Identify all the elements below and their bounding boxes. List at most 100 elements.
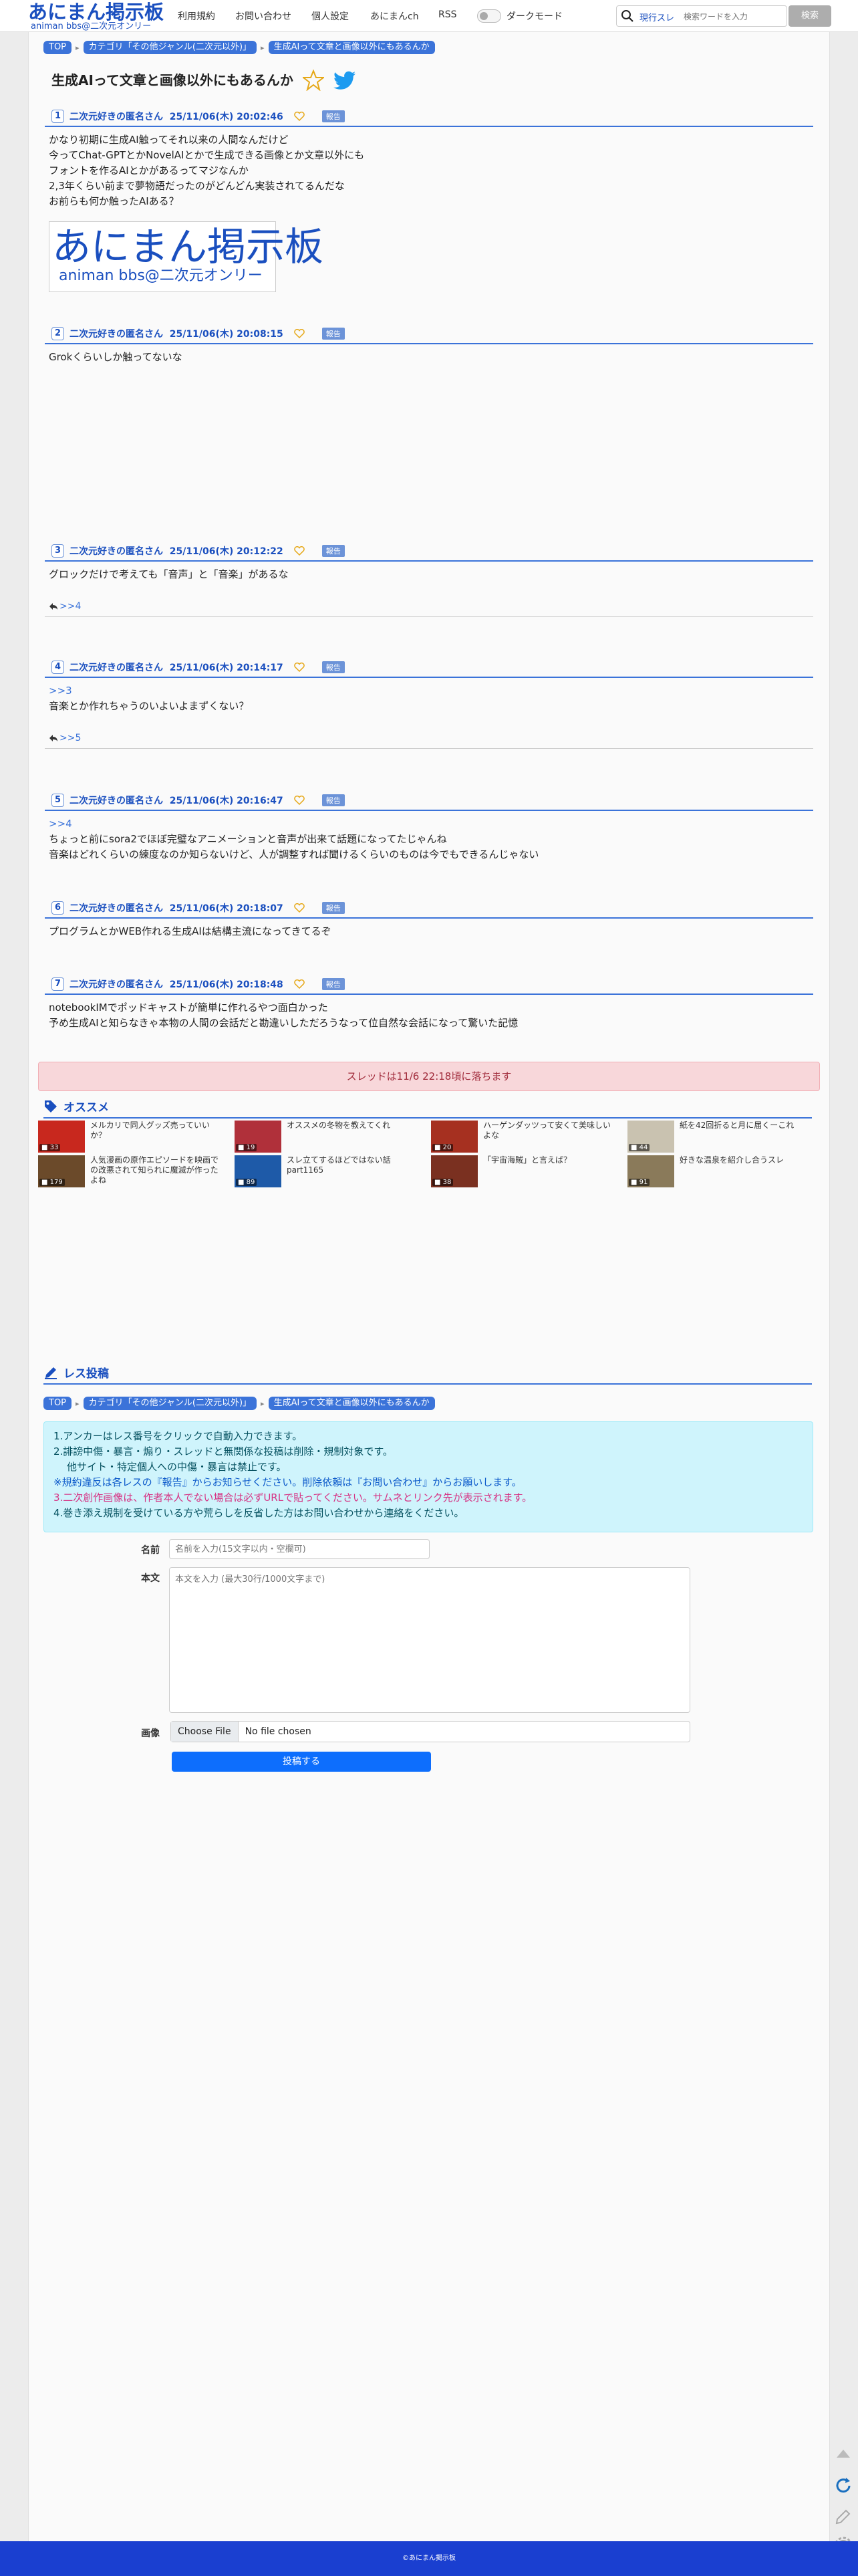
report-button[interactable]: 報告 (321, 902, 345, 914)
report-button[interactable]: 報告 (321, 794, 345, 806)
breadcrumb-thread[interactable]: 生成AIって文章と画像以外にもあるんか (268, 41, 435, 54)
breadcrumb-top[interactable]: TOP (43, 41, 72, 54)
dark-mode-label: ダークモード (507, 11, 563, 22)
breadcrumb-category[interactable]: カテゴリ「その他ジャンル(二次元以外)」 (83, 41, 257, 54)
recommend-thumbnail: ■ 19 (235, 1121, 281, 1153)
post-header: 4 二次元好きの匿名さん 25/11/06(木) 20:14:17 報告 (45, 658, 813, 678)
recommend-title: ハーゲンダッツって安くて美味しいよな (483, 1121, 611, 1140)
image-logo-main: あにまん掲示板 (52, 224, 324, 269)
post-number[interactable]: 3 (51, 544, 65, 558)
post-anchor-link[interactable]: >>4 (45, 811, 813, 832)
submit-post-button[interactable]: 投稿する (172, 1752, 431, 1772)
nav-contact-link[interactable]: お問い合わせ (235, 9, 291, 23)
post-number[interactable]: 4 (51, 661, 65, 674)
comment-count-badge: ■ 179 (39, 1179, 65, 1186)
recommend-item[interactable]: ■ 33 メルカリで同人グッズ売っていいか？ (38, 1121, 225, 1153)
tag-icon (45, 1100, 57, 1113)
poster-name: 二次元好きの匿名さん (69, 112, 164, 122)
reply-link[interactable]: >>4 (45, 601, 813, 617)
breadcrumb-separator-icon: ▸ (76, 1399, 80, 1408)
post-date: 25/11/06(木) 20:16:47 (169, 796, 283, 806)
dark-mode-toggle[interactable] (477, 9, 501, 23)
name-input[interactable] (169, 1539, 430, 1559)
post-body: Grokくらいしか触ってないな (49, 351, 182, 363)
choose-file-button[interactable]: Choose File (171, 1722, 239, 1742)
write-post-icon[interactable] (831, 2504, 855, 2529)
recommend-thumbnail: ■ 179 (38, 1155, 85, 1187)
comment-count-badge: ■ 19 (236, 1144, 257, 1151)
recommend-item[interactable]: ■ 179 人気漫画の原作エピソードを映画での改悪されて知られに魔滅が作ったよね (38, 1155, 225, 1187)
post-number[interactable]: 6 (51, 901, 65, 915)
comment-count-badge: ■ 89 (236, 1179, 257, 1186)
recommend-heading-text: オススメ (63, 1101, 109, 1115)
post-date: 25/11/06(木) 20:18:48 (169, 979, 283, 990)
nav-settings-link[interactable]: 個人設定 (311, 9, 349, 23)
rule-2-sub: 他サイト・特定個人への中傷・暴言は禁止です。 (67, 1461, 287, 1473)
nav-rss-link[interactable]: RSS (438, 9, 457, 20)
post-body: かなり初期に生成AI触ってそれ以来の人間なんだけど 今ってChat-GPTとかN… (49, 134, 365, 207)
breadcrumb: TOP ▸ カテゴリ「その他ジャンル(二次元以外)」 ▸ 生成AIって文章と画像… (43, 40, 435, 55)
recommend-title: 人気漫画の原作エピソードを映画での改悪されて知られに魔滅が作ったよね (90, 1155, 219, 1185)
post-number[interactable]: 5 (51, 794, 65, 807)
image-file-input[interactable]: Choose File No file chosen (170, 1721, 690, 1742)
reply-link[interactable]: >>5 (45, 733, 813, 749)
post-number[interactable]: 1 (51, 110, 65, 123)
search-button[interactable]: 検索 (789, 5, 831, 27)
breadcrumb-top[interactable]: TOP (43, 1397, 72, 1410)
post-body: グロックだけで考えても「音声」と「音楽」があるな (49, 568, 289, 580)
search-type-select[interactable]: 現行スレ (639, 11, 674, 23)
like-heart-icon[interactable] (294, 329, 305, 338)
post: 3 二次元好きの匿名さん 25/11/06(木) 20:12:22 報告 グロッ… (45, 542, 813, 617)
file-status-text: No file chosen (245, 1726, 311, 1737)
thread-title: 生成AIって文章と画像以外にもあるんか (51, 72, 293, 88)
reload-icon[interactable] (831, 2474, 855, 2498)
comment-count-badge: ■ 20 (432, 1144, 454, 1151)
like-heart-icon[interactable] (294, 546, 305, 556)
breadcrumb-thread[interactable]: 生成AIって文章と画像以外にもあるんか (268, 1397, 435, 1410)
site-logo[interactable]: あにまん掲示板 animan bbs@二次元オンリー (28, 1, 164, 31)
twitter-share-icon[interactable] (333, 71, 356, 91)
name-label: 名前 (141, 1545, 160, 1556)
post-date: 25/11/06(木) 20:14:17 (169, 663, 283, 673)
scroll-top-icon[interactable] (831, 2442, 855, 2466)
post-number[interactable]: 7 (51, 977, 65, 991)
report-button[interactable]: 報告 (321, 545, 345, 557)
search-input[interactable] (684, 10, 784, 23)
favorite-star-icon[interactable] (303, 70, 324, 91)
rule-report-note: ※規約違反は各レスの『報告』からお知らせください。削除依頼は『お問い合わせ』から… (53, 1476, 522, 1488)
like-heart-icon[interactable] (294, 979, 305, 989)
report-button[interactable]: 報告 (321, 328, 345, 340)
post: 6 二次元好きの匿名さん 25/11/06(木) 20:18:07 報告 プログ… (45, 899, 813, 939)
recommend-item[interactable]: ■ 91 好きな温泉を紹介し合うスレ (627, 1155, 815, 1187)
post-number[interactable]: 2 (51, 327, 65, 340)
poster-name: 二次元好きの匿名さん (69, 903, 164, 914)
recommend-item[interactable]: ■ 19 オススメの冬物を教えてくれ (235, 1121, 422, 1153)
post-body: notebookIMでポッドキャストが簡単に作れるやつ面白かった 予め生成AIと… (49, 1002, 519, 1029)
post-header: 3 二次元好きの匿名さん 25/11/06(木) 20:12:22 報告 (45, 542, 813, 562)
recommend-item[interactable]: ■ 44 紙を42回折ると月に届くーこれ (627, 1121, 815, 1153)
recommend-item[interactable]: ■ 89 スレ立てするほどではない話part1165 (235, 1155, 422, 1187)
like-heart-icon[interactable] (294, 796, 305, 805)
logo-main-text: あにまん掲示板 (28, 1, 164, 23)
report-button[interactable]: 報告 (321, 978, 345, 990)
like-heart-icon[interactable] (294, 663, 305, 672)
anchor-text[interactable]: >>4 (49, 818, 72, 830)
image-label: 画像 (141, 1728, 160, 1739)
like-heart-icon[interactable] (294, 903, 305, 913)
anchor-text[interactable]: >>3 (49, 685, 72, 697)
report-button[interactable]: 報告 (321, 661, 345, 673)
recommend-title: スレ立てするほどではない話part1165 (287, 1155, 391, 1175)
nav-terms-link[interactable]: 利用規約 (178, 9, 215, 23)
recommend-item[interactable]: ■ 38 「宇宙海賊」と言えば？ (431, 1155, 618, 1187)
post-anchor-link[interactable]: >>3 (45, 678, 813, 699)
recommend-item[interactable]: ■ 20 ハーゲンダッツって安くて美味しいよな (431, 1121, 618, 1153)
post-header: 6 二次元好きの匿名さん 25/11/06(木) 20:18:07 報告 (45, 899, 813, 919)
post-date: 25/11/06(木) 20:02:46 (169, 112, 283, 122)
toggle-knob (480, 12, 488, 20)
nav-animanch-link[interactable]: あにまんch (370, 9, 419, 23)
breadcrumb-category[interactable]: カテゴリ「その他ジャンル(二次元以外)」 (83, 1397, 257, 1410)
post-attached-image[interactable]: あにまん掲示板 animan bbs@二次元オンリー (49, 221, 324, 292)
report-button[interactable]: 報告 (321, 110, 345, 122)
body-textarea[interactable] (169, 1567, 690, 1713)
like-heart-icon[interactable] (294, 112, 305, 121)
